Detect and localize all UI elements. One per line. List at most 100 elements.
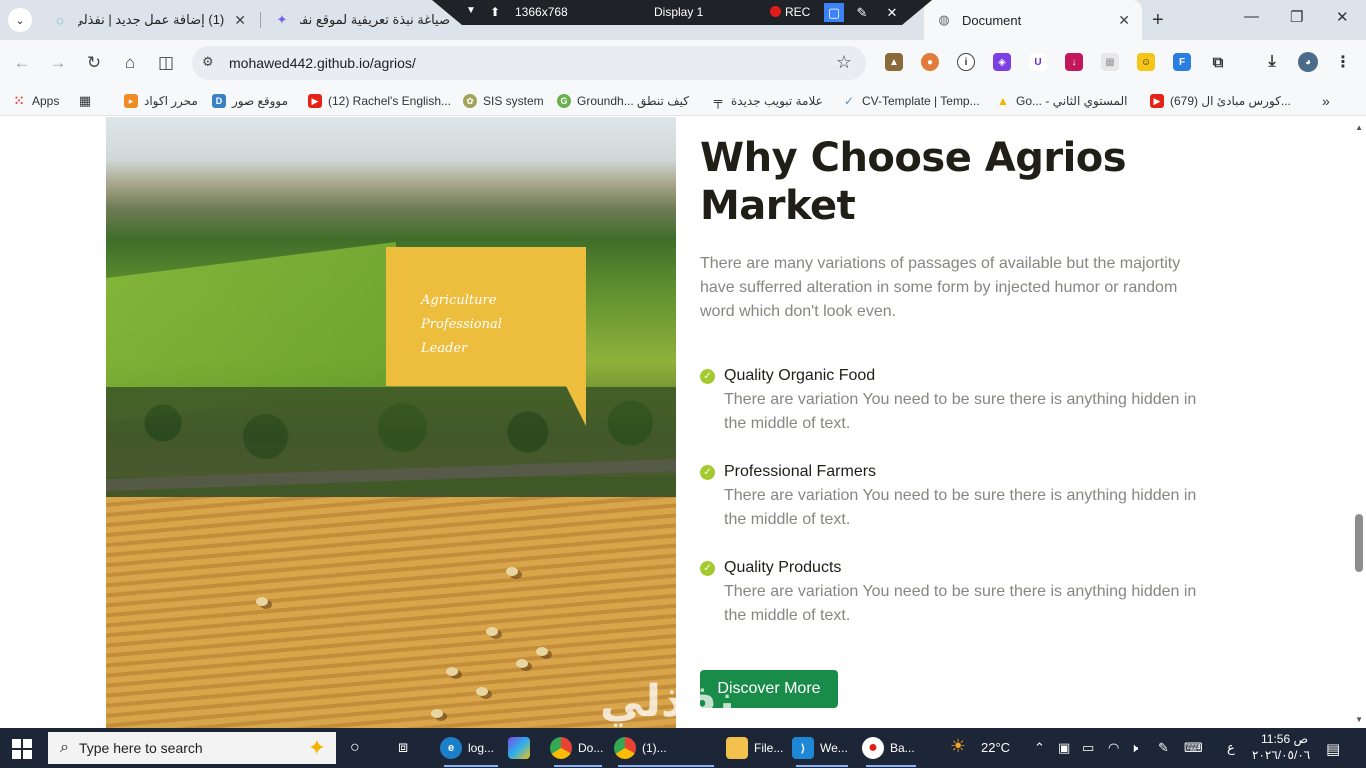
extension-icon[interactable]: ▲ <box>885 53 903 71</box>
back-button[interactable]: ← <box>10 51 34 75</box>
bookmark-apps[interactable]: ⁙ Apps <box>12 92 59 110</box>
close-icon[interactable]: ✕ <box>1118 12 1130 29</box>
pen-icon[interactable]: ✎ <box>852 3 872 22</box>
taskbar-vscode[interactable]: ⟩ We... <box>792 728 852 768</box>
extensions-puzzle-icon[interactable]: ⧉ <box>1209 53 1227 71</box>
feature-title: Quality Organic Food <box>724 367 876 384</box>
notification-icon[interactable]: ▤ <box>1326 740 1340 758</box>
tab-title: Document <box>962 12 1022 28</box>
rec-indicator[interactable]: REC <box>770 5 810 19</box>
dropdown-arrow-icon[interactable]: ▼ <box>466 5 476 16</box>
why-choose-section: Why Choose Agrios Market There are many … <box>700 117 1220 708</box>
profile-avatar[interactable]: ◕ <box>1298 52 1318 72</box>
feature-item: ✓ Quality Organic Food There are variati… <box>700 364 1220 436</box>
bookmark-star-icon[interactable]: ☆ <box>836 52 852 73</box>
reload-button[interactable]: ↻ <box>82 51 106 75</box>
site-info-icon[interactable]: ⚙ <box>202 54 214 70</box>
bookmark-sis-system[interactable]: ✿ SIS system <box>463 92 544 110</box>
taskbar-recorder[interactable]: ● Ba... <box>862 728 920 768</box>
task-view-icon[interactable]: ⧈ <box>398 728 408 768</box>
address-bar[interactable]: ⚙ mohawed442.github.io/agrios/ ☆ <box>192 46 866 80</box>
extension-icon[interactable]: i <box>957 53 975 71</box>
taskbar-file-explorer[interactable]: File... <box>726 728 786 768</box>
bookmark-groundhog[interactable]: G Groundh... كيف تنطق <box>557 92 689 110</box>
extension-icon[interactable]: ☺ <box>1137 53 1155 71</box>
folder-icon <box>726 737 748 759</box>
bookmark-code-editor[interactable]: ▸ محرر اكواد <box>124 92 198 110</box>
close-window-button[interactable]: ✕ <box>1336 8 1349 26</box>
extension-icon[interactable]: U <box>1029 53 1047 71</box>
extension-icon[interactable]: ◈ <box>993 53 1011 71</box>
battery-icon[interactable]: ▭ <box>1082 740 1094 756</box>
browser-tab-2[interactable]: ✦ صياغة نبذة تعريفية لموقع نفذلي <box>262 0 462 40</box>
more-bookmarks-chevron-icon[interactable]: » <box>1322 92 1330 110</box>
taskbar-chrome-document[interactable]: Do... <box>550 728 606 768</box>
weather-icon[interactable]: ☀ <box>950 736 966 757</box>
bookmarks-bar: ⁙ Apps ▦ ▸ محرر اكواد D مووقع صور ▶ (12)… <box>0 86 1366 116</box>
taskbar-search-box[interactable]: ⌕ Type here to search ✦ <box>48 732 336 764</box>
pen-icon[interactable]: ✎ <box>1158 740 1169 756</box>
bookmark-course[interactable]: ▶ (679) كورس مبادئ ال... <box>1150 92 1291 110</box>
record-dot-icon <box>770 6 781 17</box>
taskbar-chrome-nafezly[interactable]: (1)... <box>614 728 718 768</box>
download-extension-icon[interactable]: ↓ <box>1065 53 1083 71</box>
page-scrollbar[interactable]: ▲ ▼ <box>1351 117 1366 728</box>
resolution-label[interactable]: 1366x768 <box>515 5 568 19</box>
code-editor-icon: ▸ <box>124 94 138 108</box>
gemini-icon: ✦ <box>276 12 288 27</box>
home-button[interactable]: ⌂ <box>118 51 142 75</box>
taskbar-clock[interactable]: 11:56 ص ٢٠٢٦/٠٥/٠٦ <box>1252 731 1310 763</box>
search-icon: ⌕ <box>60 739 69 756</box>
scroll-down-icon[interactable]: ▼ <box>1355 715 1363 724</box>
weather-temp[interactable]: 22°C <box>981 740 1010 755</box>
taskbar-m365[interactable] <box>508 728 542 768</box>
show-hidden-icons-chevron-icon[interactable]: ⌃ <box>1034 740 1045 756</box>
windows-start-icon[interactable] <box>12 739 32 759</box>
cv-icon: ✓ <box>843 94 855 108</box>
extension-icon[interactable]: ▦ <box>1101 53 1119 71</box>
bookmark-image-site[interactable]: D مووقع صور <box>212 92 288 110</box>
wifi-icon[interactable]: ◠ <box>1108 740 1119 756</box>
minimize-button[interactable]: — <box>1244 8 1259 25</box>
meet-now-icon[interactable]: ▣ <box>1058 740 1070 756</box>
vscode-icon: ⟩ <box>792 737 814 759</box>
new-tab-button[interactable]: + <box>1152 9 1164 32</box>
forward-button[interactable]: → <box>46 51 70 75</box>
badge-text: Agriculture Professional Leader <box>421 293 502 356</box>
more-menu-icon[interactable]: ⋮ <box>1334 53 1352 71</box>
discover-more-button[interactable]: Discover More <box>700 670 838 708</box>
close-icon[interactable]: ✕ <box>882 3 902 22</box>
extension-icon[interactable]: F <box>1173 53 1191 71</box>
browser-tab-document[interactable]: ◍ Document ✕ <box>924 0 1142 40</box>
bookmark-new-tab[interactable]: ╤ علامة تبويب جديدة <box>711 92 823 110</box>
bookmark-cv-template[interactable]: ✓ CV-Template | Temp... <box>842 92 980 110</box>
feature-item: ✓ Professional Farmers There are variati… <box>700 460 1220 532</box>
extension-icon[interactable]: ● <box>921 53 939 71</box>
bookmark-grid[interactable]: ▦ <box>78 92 98 110</box>
restore-button[interactable]: ❐ <box>1290 8 1303 26</box>
feature-title: Quality Products <box>724 559 842 576</box>
browser-tab-1[interactable]: ◌ (1) إضافة عمل جديد | نفذلي ✕ <box>40 0 258 40</box>
bookmark-google-drive[interactable]: ▲ Go... - المستوي الثاني <box>996 92 1127 110</box>
tab-search-button[interactable]: ⌄ <box>8 8 32 32</box>
section-heading: Why Choose Agrios Market <box>700 135 1127 229</box>
language-indicator[interactable]: ع <box>1227 740 1235 756</box>
side-panel-button[interactable]: ◫ <box>154 51 178 75</box>
downloads-icon[interactable]: ⤓ <box>1263 53 1281 71</box>
window-capture-icon[interactable]: ▢ <box>824 3 844 22</box>
url-text[interactable]: mohawed442.github.io/agrios/ <box>229 55 416 71</box>
tab-title: صياغة نبذة تعريفية لموقع نفذلي <box>300 12 450 27</box>
touch-keyboard-icon[interactable]: ⌨ <box>1184 740 1203 756</box>
search-highlight-icon: ✦ <box>307 735 326 760</box>
farmland-image: Agriculture Professional Leader <box>106 117 676 728</box>
scroll-up-icon[interactable]: ▲ <box>1355 123 1363 132</box>
display-label[interactable]: Display 1 <box>654 5 703 19</box>
taskbar-edge[interactable]: e log... <box>440 728 502 768</box>
cortana-icon[interactable]: ○ <box>350 728 360 768</box>
volume-muted-icon[interactable]: 🕨 <box>1130 740 1138 756</box>
bookmark-rachels-english[interactable]: ▶ (12) Rachel's English... <box>308 92 451 110</box>
close-icon[interactable]: ✕ <box>234 12 246 29</box>
sis-icon: ✿ <box>463 94 477 108</box>
scrollbar-thumb[interactable] <box>1355 514 1363 572</box>
globe-icon: ◍ <box>938 12 950 27</box>
